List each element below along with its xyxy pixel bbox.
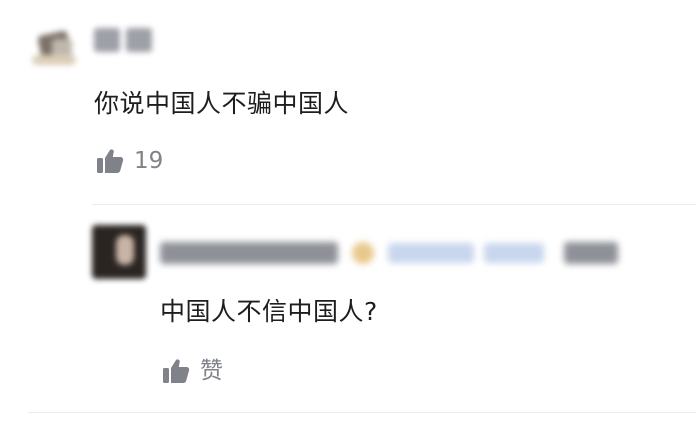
reply-like-label: 赞 [200,358,223,384]
reply-like-button[interactable]: 赞 [162,357,223,385]
reply-to-tag-blurred-2 [484,243,544,263]
reply-target-username-blurred[interactable] [564,242,618,264]
reply-meta-blurred [160,240,618,266]
reply-to-tag-blurred [388,243,474,263]
comment-text: 你说中国人不骗中国人 [94,89,350,118]
avatar[interactable] [30,25,84,73]
thumbs-up-icon [97,149,124,173]
divider [28,412,696,413]
comment-thread: 你说中国人不骗中国人 19 中国人不信中国人? 赞 [0,0,696,422]
reply-username-blurred[interactable] [160,242,338,264]
username-blurred[interactable] [94,28,156,52]
like-count: 19 [134,148,164,174]
reply-text: 中国人不信中国人? [160,297,378,326]
like-button[interactable]: 19 [96,147,163,175]
badge-icon [352,242,374,264]
divider [92,204,696,205]
thumbs-up-icon [163,359,190,383]
reply-avatar[interactable] [92,225,146,279]
